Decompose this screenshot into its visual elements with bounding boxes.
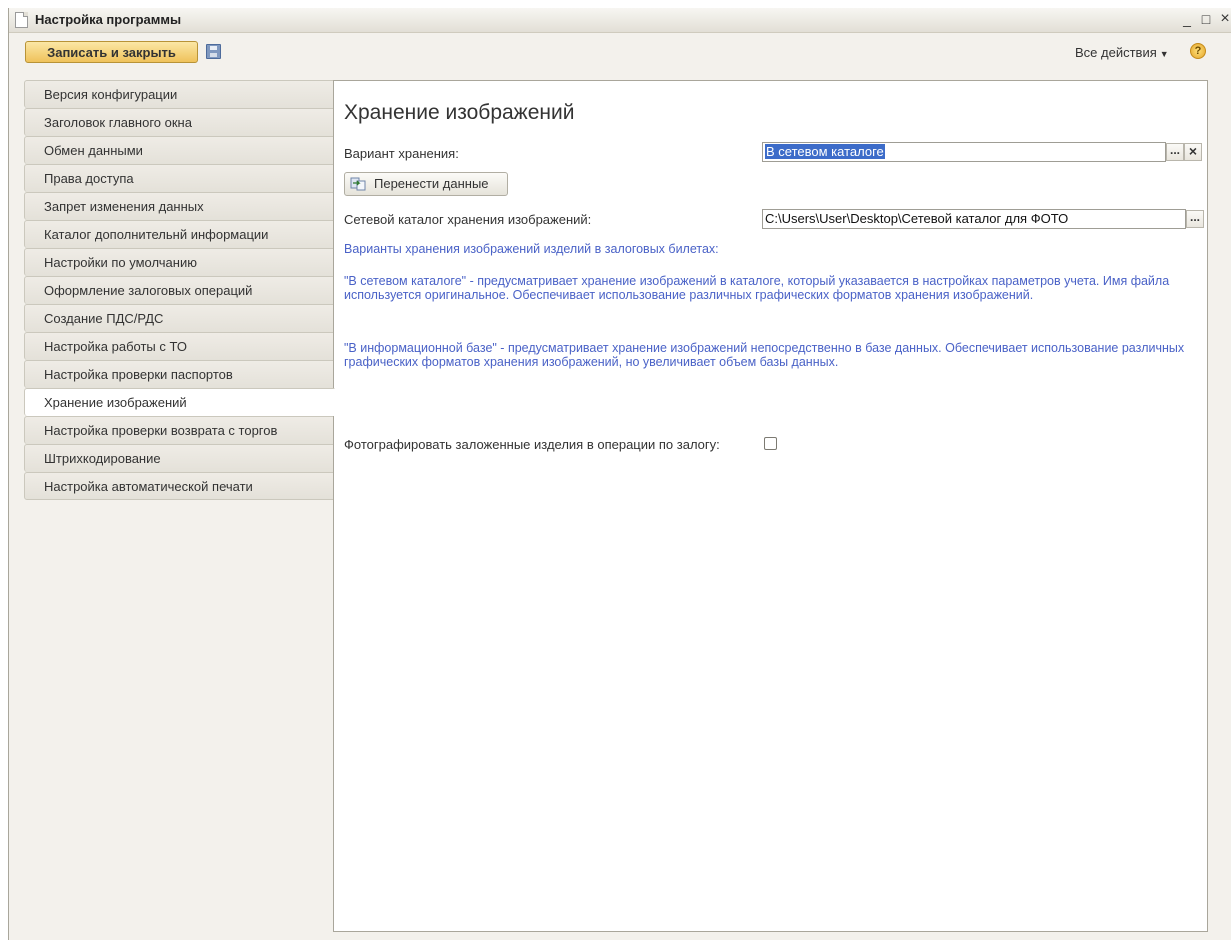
tab-item[interactable]: Запрет изменения данных	[24, 192, 334, 220]
tab-item[interactable]: Создание ПДС/РДС	[24, 304, 334, 332]
transfer-data-label: Перенести данные	[374, 176, 489, 191]
save-and-close-button[interactable]: Записать и закрыть	[25, 41, 198, 63]
all-actions-menu[interactable]: Все действия ▼	[1075, 45, 1169, 60]
transfer-data-button[interactable]: Перенести данные	[344, 172, 508, 196]
maximize-button[interactable]: □	[1196, 9, 1216, 29]
tab-item[interactable]: Права доступа	[24, 164, 334, 192]
info-heading: Варианты хранения изображений изделий в …	[344, 242, 719, 256]
storage-variant-value: В сетевом каталоге	[765, 144, 885, 159]
settings-panel: Хранение изображений Вариант хранения: В…	[333, 80, 1208, 932]
tab-item[interactable]: Штрихкодирование	[24, 444, 334, 472]
network-catalog-choose-button[interactable]: ...	[1186, 210, 1204, 228]
tab-item[interactable]: Настройка работы с ТО	[24, 332, 334, 360]
all-actions-label: Все действия	[1075, 45, 1157, 60]
tab-item[interactable]: Настройка автоматической печати	[24, 472, 334, 500]
storage-variant-field[interactable]: В сетевом каталоге	[762, 142, 1166, 162]
minimize-button[interactable]: _	[1177, 9, 1197, 29]
tab-item[interactable]: Настройка проверки паспортов	[24, 360, 334, 388]
storage-variant-clear-button[interactable]: ×	[1184, 143, 1202, 161]
transfer-icon	[350, 177, 366, 191]
tab-item[interactable]: Настройка проверки возврата с торгов	[24, 416, 334, 444]
tab-item[interactable]: Настройки по умолчанию	[24, 248, 334, 276]
network-catalog-field[interactable]: C:\Users\User\Desktop\Сетевой каталог дл…	[762, 209, 1186, 229]
storage-variant-choose-button[interactable]: ...	[1166, 143, 1184, 161]
info-network-catalog: "В сетевом каталоге" - предусматривает х…	[344, 274, 1170, 302]
tab-item[interactable]: Обмен данными	[24, 136, 334, 164]
toolbar: Записать и закрыть Все действия ▼ ?	[9, 33, 1231, 69]
window-title: Настройка программы	[35, 12, 182, 27]
document-icon	[15, 12, 28, 28]
close-button[interactable]: ×	[1215, 9, 1231, 29]
photo-checkbox[interactable]	[764, 437, 777, 450]
tab-item[interactable]: Заголовок главного окна	[24, 108, 334, 136]
help-icon[interactable]: ?	[1190, 43, 1206, 59]
tab-item[interactable]: Оформление залоговых операций	[24, 276, 334, 304]
settings-tab-list: Версия конфигурации Заголовок главного ок…	[24, 80, 335, 500]
settings-window: Настройка программы _ □ × Записать и зак…	[8, 8, 1231, 940]
network-catalog-label: Сетевой каталог хранения изображений:	[344, 212, 592, 227]
tab-item[interactable]: Хранение изображений	[24, 388, 335, 416]
save-disk-icon[interactable]	[206, 44, 221, 59]
chevron-down-icon: ▼	[1159, 49, 1169, 59]
tab-item[interactable]: Каталог дополнительнй информации	[24, 220, 334, 248]
tab-item[interactable]: Версия конфигурации	[24, 80, 334, 108]
page-title: Хранение изображений	[344, 101, 575, 124]
storage-variant-label: Вариант хранения:	[344, 146, 459, 161]
title-bar: Настройка программы _ □ ×	[9, 8, 1231, 33]
photo-checkbox-label: Фотографировать заложенные изделия в опе…	[344, 437, 720, 452]
info-information-base: "В информационной базе" - предусматривае…	[344, 341, 1185, 369]
